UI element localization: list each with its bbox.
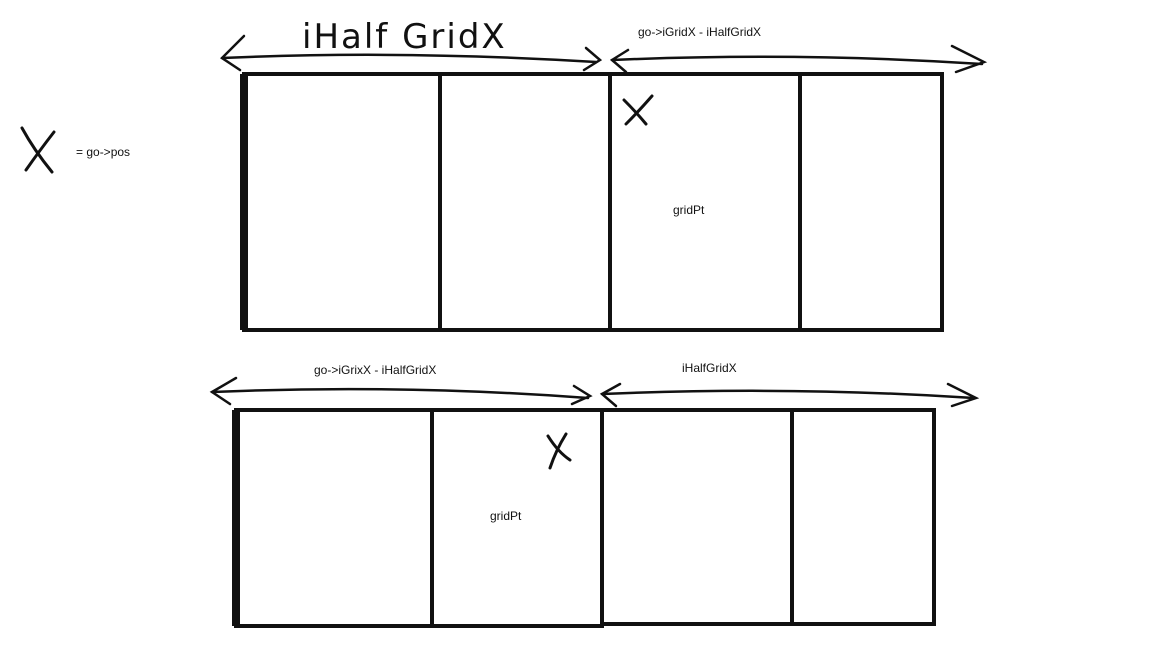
diagram-canvas: = go->pos iHalf GridX go->iGridX - iHalf…	[0, 0, 1152, 648]
top-diagram: iHalf GridX go->iGridX - iHalfGridX grid…	[220, 17, 988, 332]
legend-text: = go->pos	[76, 145, 130, 159]
top-left-block	[242, 72, 612, 332]
top-pos-marker	[622, 94, 654, 126]
legend-x-marker	[20, 126, 56, 174]
bottom-diagram: go->iGrixX - iHalfGridX iHalfGridX gridP…	[209, 361, 980, 628]
bottom-left-block	[234, 408, 604, 628]
bottom-grid	[232, 408, 936, 628]
top-grid-point-label: gridPt	[673, 203, 705, 217]
bottom-right-block	[600, 408, 936, 626]
bottom-grid-point-label: gridPt	[490, 509, 522, 523]
top-grid	[240, 72, 944, 332]
top-right-span-arrow	[609, 44, 988, 74]
bottom-pos-marker	[546, 432, 572, 470]
bottom-left-span-label: go->iGrixX - iHalfGridX	[314, 363, 436, 377]
bottom-right-span-arrow	[599, 382, 980, 408]
legend: = go->pos	[20, 126, 130, 174]
bottom-left-span-arrow	[209, 376, 593, 406]
top-left-span-label: iHalf GridX	[302, 17, 507, 57]
bottom-right-span-label: iHalfGridX	[682, 361, 737, 375]
top-right-block	[608, 72, 944, 332]
grid-diagram: = go->pos iHalf GridX go->iGridX - iHalf…	[20, 17, 988, 628]
top-right-span-label: go->iGridX - iHalfGridX	[638, 25, 761, 39]
